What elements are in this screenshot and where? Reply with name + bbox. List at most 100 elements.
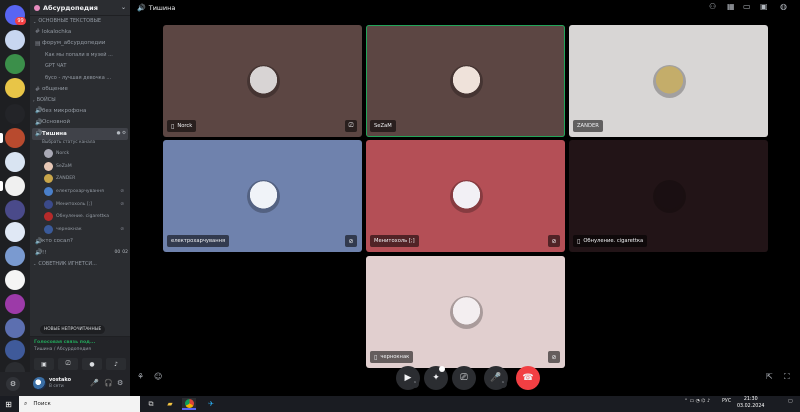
voice-status[interactable]: Голосовая связь под...	[34, 340, 95, 345]
channel-label: кто сосал?	[42, 238, 73, 245]
help-icon[interactable]: ◍	[780, 2, 787, 11]
channel-label: общение	[42, 86, 68, 93]
notifications-icon[interactable]: ▢	[788, 399, 793, 404]
channel-status-placeholder[interactable]: Выбрать статус канала	[30, 140, 130, 148]
task-view-icon[interactable]: ⧉	[144, 398, 158, 410]
invite-icon[interactable]: ⚇	[709, 2, 716, 11]
soundboard-button[interactable]: ♪	[106, 358, 126, 370]
voice-user[interactable]: Обнуление. cigarettка	[30, 210, 130, 223]
voice-channel-active[interactable]: 🔊 Тишина ● ⚙	[32, 128, 128, 140]
emoji-icon[interactable]: ☺	[154, 372, 162, 381]
avatar	[450, 180, 483, 213]
forum-thread[interactable]: Как мы попали в музей ...	[30, 49, 130, 61]
taskbar-search[interactable]: ⌕ Поиск	[19, 396, 140, 412]
avatar[interactable]	[33, 377, 46, 390]
channel-item[interactable]: 🔊 без микрофона	[30, 105, 130, 117]
channel-item[interactable]: # lokalochka	[30, 26, 130, 38]
server-icon[interactable]	[5, 246, 25, 266]
guild-header[interactable]: Абсурдопедия ⌄	[30, 0, 130, 16]
avatar	[653, 65, 686, 98]
screenshare-button[interactable]: ⎚	[452, 366, 476, 390]
avatar	[44, 149, 53, 159]
voice-user[interactable]: ZANDER	[30, 173, 130, 186]
server-icon[interactable]	[5, 104, 25, 124]
popout-icon[interactable]: ⇱	[766, 372, 773, 381]
grid-view-icon[interactable]: ▦	[727, 2, 735, 11]
active-channel-name: Тишина	[42, 130, 67, 137]
channel-item[interactable]: # общение	[30, 84, 130, 96]
avatar	[44, 174, 53, 184]
avatar	[44, 224, 53, 234]
tray-icons[interactable]: ⌃ ▭ ◔ ⌬ ♪	[684, 399, 710, 404]
voice-location[interactable]: Тишина / Абсурдопедия	[34, 347, 91, 352]
channel-item[interactable]: ▤ форум_абсурдопедии	[30, 38, 130, 50]
mobile-icon: ▯	[171, 122, 175, 130]
popout-icon[interactable]: ▣	[760, 2, 768, 11]
server-icon[interactable]	[5, 30, 25, 50]
server-icon[interactable]	[5, 128, 25, 148]
voice-user[interactable]: чернокнак ⊘	[30, 223, 130, 236]
avatar	[653, 180, 686, 213]
channel-item[interactable]: 🔊!! 00 02	[30, 247, 130, 259]
mute-mic-icon[interactable]: 🎤	[90, 379, 99, 387]
forum-thread[interactable]: бусо - лучшая девочка ...	[30, 72, 130, 84]
server-icon[interactable]	[5, 222, 25, 242]
participant-tile[interactable]: ▯ чернокнак ⊘	[366, 256, 565, 368]
gear-icon[interactable]: ⚙	[6, 377, 20, 391]
category-voice[interactable]: › ВОЙСЫ	[30, 95, 130, 105]
speaker-icon: 🔊	[35, 107, 43, 115]
headphones-icon[interactable]: 🎧	[104, 379, 113, 387]
server-icon[interactable]	[5, 78, 25, 98]
participant-name: Обнуление. cigarettка	[583, 238, 644, 244]
chrome-icon[interactable]	[182, 398, 196, 410]
server-icon[interactable]	[5, 294, 25, 314]
gear-icon[interactable]: ⚙	[117, 379, 123, 387]
voice-user[interactable]: електрохарчування ⊘	[30, 185, 130, 198]
server-icon[interactable]	[5, 54, 25, 74]
participant-name: SeZaM	[374, 123, 392, 129]
server-icon[interactable]	[5, 318, 25, 338]
windows-start-button[interactable]: ⊞	[0, 396, 17, 412]
server-icon[interactable]	[5, 200, 25, 220]
server-icon[interactable]	[5, 340, 25, 360]
participant-tile[interactable]: ▯ Norck ⎚	[163, 25, 362, 137]
category-unread[interactable]: ⌄ СОВЕТНИК ИГНЕТСИ...	[30, 259, 130, 269]
chat-icon[interactable]: ▭	[743, 2, 751, 11]
screenshare-button[interactable]: ⎚	[58, 358, 78, 370]
participant-name: чернокнак	[380, 354, 410, 360]
channel-item[interactable]: 🔊 кто сосал?	[30, 236, 130, 248]
voice-user[interactable]: Менитохоль [;] ⊘	[30, 198, 130, 211]
tray-lang[interactable]: РУС	[722, 399, 731, 404]
voice-user[interactable]: SeZaM	[30, 160, 130, 173]
discord-window: 99 Абсурдопедия ⌄ ⌄ ОСНОВНЫЕ ТЕКСТОВЫЕ #…	[0, 0, 800, 412]
activity-button[interactable]: ●	[82, 358, 102, 370]
telegram-icon[interactable]: ✈	[204, 398, 218, 410]
participant-tile[interactable]: SeZaM	[366, 25, 565, 137]
clock[interactable]: 21:30 03.02.2024	[737, 397, 764, 410]
participant-tile[interactable]: Менитохоль [;] ⊘	[366, 140, 565, 252]
new-unread-pill[interactable]: НОВЫЕ НЕПРОЧИТАННЫЕ	[40, 325, 106, 334]
fullscreen-icon[interactable]: ⛶	[784, 372, 790, 382]
server-icon[interactable]	[5, 176, 25, 196]
avatar	[247, 65, 280, 98]
activities-icon[interactable]: ⚘	[137, 372, 144, 381]
server-icon[interactable]	[5, 270, 25, 290]
disconnect-button[interactable]: ☎	[516, 366, 540, 390]
voice-user-name: чернокнак	[56, 226, 82, 232]
channel-item[interactable]: 🔊 Основной	[30, 117, 130, 129]
participant-tile[interactable]: електрохарчування ⊘	[163, 140, 362, 252]
chevron-down-icon: ⌄	[120, 4, 126, 11]
participant-tile[interactable]: ▯ Обнуление. cigarettка	[569, 140, 768, 252]
camera-button[interactable]: ▣	[34, 358, 54, 370]
channel-actions-icon[interactable]: ● ⚙	[117, 131, 126, 136]
chevron-up-icon[interactable]: ⌃	[499, 380, 507, 388]
voice-user[interactable]: Norck	[30, 148, 130, 161]
server-icon[interactable]	[5, 152, 25, 172]
category-text[interactable]: ⌄ ОСНОВНЫЕ ТЕКСТОВЫЕ	[30, 16, 130, 26]
deafen-icon: ⊘	[548, 235, 560, 247]
file-explorer-icon[interactable]: ▰	[163, 398, 177, 410]
chevron-up-icon[interactable]: ⌃	[411, 380, 419, 388]
stage-title: Тишина	[148, 4, 176, 12]
forum-thread[interactable]: GPT ЧАТ	[30, 61, 130, 73]
participant-tile[interactable]: ZANDER	[569, 25, 768, 137]
